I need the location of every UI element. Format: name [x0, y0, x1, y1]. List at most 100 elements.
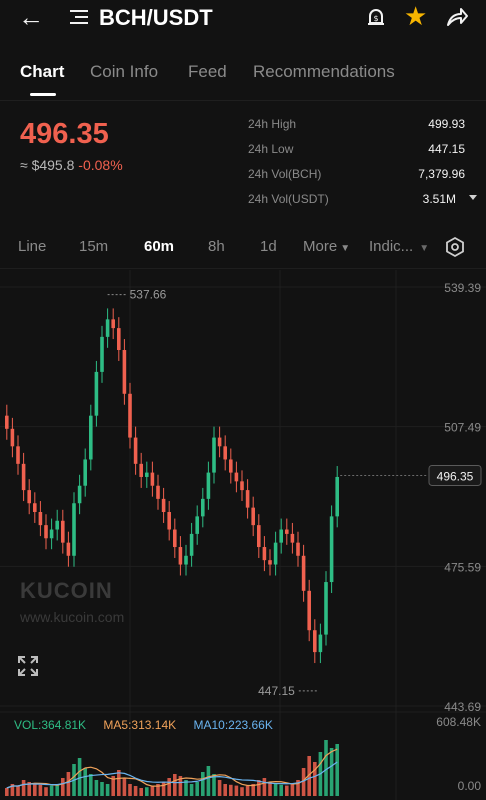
candle-body [240, 481, 244, 491]
divider [0, 100, 486, 101]
candle-body [206, 472, 211, 499]
candle-body [285, 529, 289, 534]
tab-recommendations[interactable]: Recommendations [253, 62, 395, 82]
candle-body [307, 590, 311, 631]
arrow-left-icon[interactable]: ← [18, 4, 44, 30]
price-axis-label: 443.69 [444, 700, 481, 714]
volume-bar [33, 784, 37, 796]
candle-body [195, 516, 199, 534]
approx-usd-price: ≈ $495.8 [20, 157, 75, 173]
volume-bar [279, 784, 283, 796]
candle-body [44, 525, 48, 539]
caret-down-icon[interactable] [469, 195, 477, 200]
tf-line[interactable]: Line [18, 238, 46, 255]
candle-body [329, 516, 334, 583]
candle-body [128, 393, 132, 438]
candle-body [178, 547, 183, 565]
tf-indicators[interactable]: Indic... ▼ [369, 238, 429, 255]
volume-axis-label: 0.00 [458, 779, 482, 793]
stat-label-24h-vol-bch: 24h Vol(BCH) [248, 167, 322, 181]
volume-bar [285, 785, 289, 796]
tf-1d[interactable]: 1d [260, 238, 277, 255]
candle-body [66, 542, 71, 556]
volume-bar [223, 784, 227, 796]
stat-value-24h-vol-usdt: 3.51M [422, 192, 456, 206]
candle-body [234, 472, 239, 482]
tf-8h[interactable]: 8h [208, 238, 225, 255]
candle-body [184, 555, 188, 565]
candle-body [122, 350, 127, 394]
candle-body [72, 503, 76, 556]
volume-bar [217, 780, 222, 796]
candle-body [117, 328, 121, 351]
volume-bar [273, 784, 278, 796]
stat-value-24h-vol-bch: 7,379.96 [418, 167, 465, 181]
candle-body [173, 529, 177, 548]
pair-title[interactable]: BCH/USDT [99, 5, 213, 31]
volume-bar [161, 782, 166, 796]
volume-bar [94, 780, 99, 796]
caret-down-icon: ▼ [419, 243, 430, 254]
tab-feed[interactable]: Feed [188, 62, 227, 82]
volume-bar [5, 788, 9, 796]
kucoin-watermark: KUCOIN [20, 578, 113, 603]
volume-bar [189, 784, 194, 796]
stat-label-24h-high: 24h High [248, 117, 297, 131]
volume-bar [117, 770, 121, 796]
expand-icon[interactable] [16, 654, 40, 678]
candle-body [212, 437, 216, 473]
candle-body [150, 472, 155, 486]
volume-bar [329, 748, 334, 796]
low-marker-label: 447.15 [258, 684, 295, 698]
candle-body [167, 511, 171, 530]
tf-60m[interactable]: 60m [144, 238, 174, 255]
candle-body [111, 319, 115, 329]
volume-bar [257, 780, 261, 796]
candle-body [133, 437, 138, 464]
tab-bar: Chart Coin Info Feed Recommendations [0, 60, 486, 94]
vol-legend: VOL:364.81K [14, 718, 87, 732]
volume-bar [145, 787, 149, 796]
volume-bar [83, 768, 87, 796]
tab-coin-info[interactable]: Coin Info [90, 62, 158, 82]
star-icon[interactable]: ★ [404, 2, 427, 30]
candle-body [38, 511, 43, 526]
menu-lines-icon[interactable] [70, 8, 90, 26]
volume-bar [100, 782, 104, 796]
volume-bar [133, 786, 138, 796]
volume-bar [49, 785, 54, 796]
volume-bar [206, 766, 211, 796]
candle-body [324, 582, 328, 635]
price-axis-label: 507.49 [444, 421, 481, 435]
volume-bar [16, 786, 20, 796]
candle-body [105, 319, 110, 337]
volume-bar [38, 784, 43, 796]
candle-body [5, 415, 9, 429]
hexagon-settings-icon[interactable] [444, 236, 466, 258]
price-axis-label: 475.59 [444, 560, 481, 574]
volume-bar [61, 778, 65, 796]
candle-body [262, 547, 267, 561]
candle-body [21, 463, 26, 491]
last-price: 496.35 [20, 118, 109, 150]
price-subline: ≈ $495.8 -0.08% [20, 157, 123, 173]
candle-body [161, 498, 166, 512]
share-icon[interactable] [445, 5, 469, 29]
stat-label-24h-low: 24h Low [248, 142, 294, 156]
tf-more[interactable]: More ▼ [303, 238, 350, 255]
tf-15m[interactable]: 15m [79, 238, 108, 255]
volume-bar [240, 787, 244, 796]
volume-bar [167, 778, 171, 796]
ma10-legend: MA10:223.66K [193, 718, 273, 732]
price-alert-icon[interactable]: $ [365, 6, 387, 28]
candle-body [273, 542, 278, 565]
candle-body [245, 490, 250, 508]
volume-axis-label: 608.48K [436, 715, 481, 729]
price-change-percent: -0.08% [78, 157, 123, 173]
stat-value-24h-high: 499.93 [428, 117, 465, 131]
volume-bar [128, 784, 132, 796]
candle-body [156, 485, 160, 499]
candle-body [268, 560, 272, 565]
candle-body [217, 437, 222, 447]
tab-chart[interactable]: Chart [20, 62, 64, 82]
